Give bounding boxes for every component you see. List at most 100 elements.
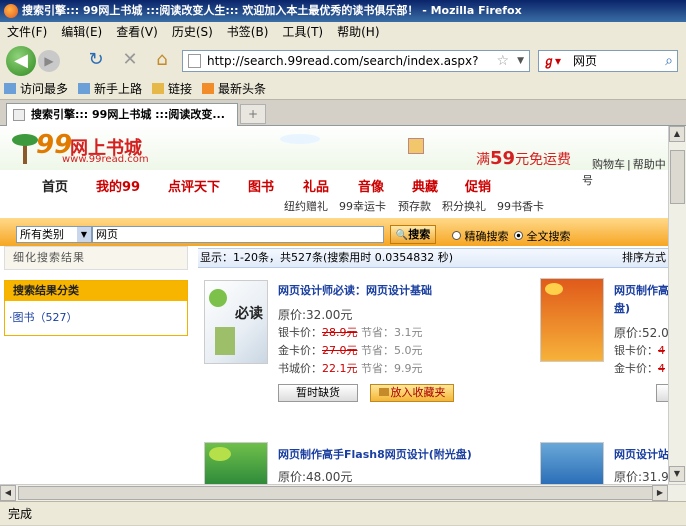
book-title-1[interactable]: 网页设计师必读：网页设计基础	[278, 282, 432, 298]
book-title-3[interactable]: 网页制作高	[614, 282, 668, 298]
book-title-2[interactable]: 网页制作高手Flash8网页设计(附光盘)	[278, 446, 472, 462]
bookmark-most-visited[interactable]: 访问最多	[0, 78, 74, 100]
scroll-right-icon[interactable]: ▶	[652, 485, 668, 501]
bookmark-getting-started[interactable]: 新手上路	[74, 78, 148, 100]
palm-tree-icon	[12, 132, 38, 164]
home-icon[interactable]: ⌂	[150, 46, 174, 74]
header-links: 购物车 | 帮助中	[592, 158, 666, 171]
results-summary-bar: 显示：1-20条，共527条(搜索用时 0.0354832 秒) 排序方式	[198, 248, 668, 268]
sort-label: 排序方式	[622, 251, 666, 264]
fulltext-search-option[interactable]: 全文搜索	[514, 228, 571, 244]
radio-unchecked[interactable]	[452, 231, 461, 240]
book-1-gold: 金卡价：27.0元 节省：5.0元	[278, 344, 423, 357]
book-cover-1[interactable]: 必读	[204, 280, 268, 364]
bookmark-links[interactable]: 链接	[148, 78, 198, 100]
firefox-icon	[4, 4, 18, 18]
status-text: 完成	[8, 507, 33, 521]
add-favorite-button[interactable]: 放入收藏夹	[370, 384, 454, 402]
stop-icon[interactable]: ✕	[118, 46, 142, 74]
bookmark-latest-headlines[interactable]: 最新头条	[198, 78, 272, 100]
nav-home[interactable]: 首页	[42, 176, 68, 195]
book-3-silver: 银卡价：4	[614, 344, 665, 357]
book-cover-2[interactable]	[204, 442, 268, 484]
page-content: 99 网上书城 www.99read.com 满59元免运费 购物车 | 帮助中 号…	[0, 126, 668, 484]
book-2-orig-price: 原价:48.00元	[278, 470, 353, 484]
site-search-button[interactable]: 🔍搜索	[390, 225, 436, 244]
tab-active[interactable]: 搜索引擎::: 99网上书城 :::阅读改变...	[6, 103, 238, 127]
subnav-prepaid[interactable]: 预存款	[398, 198, 431, 214]
menu-bar: 文件(F) 编辑(E) 查看(V) 历史(S) 书签(B) 工具(T) 帮助(H)	[0, 22, 686, 42]
folder-icon	[378, 388, 389, 396]
url-dropdown-icon[interactable]: ▼	[517, 51, 524, 71]
book-3-button-clipped[interactable]	[656, 384, 668, 402]
help-link[interactable]: 帮助中	[633, 158, 666, 171]
free-shipping-banner: 满59元免运费	[476, 148, 572, 169]
back-button[interactable]: ◀	[6, 46, 36, 76]
nav-collection[interactable]: 典藏	[412, 176, 438, 195]
scroll-down-icon[interactable]: ▼	[669, 466, 685, 482]
category-select[interactable]: 所有类别 ▼	[16, 226, 92, 243]
out-of-stock-button[interactable]: 暂时缺货	[278, 384, 358, 402]
subnav-lucky-card[interactable]: 99幸运卡	[339, 198, 386, 214]
site-logo-url: www.99read.com	[62, 154, 149, 165]
subnav-points[interactable]: 积分换礼	[442, 198, 486, 214]
navigation-toolbar: ◀ ▶ ↻ ✕ ⌂ http://search.99read.com/searc…	[0, 42, 686, 78]
refine-results-title: 细化搜索结果	[4, 246, 188, 270]
tab-page-icon	[13, 109, 25, 121]
menu-file[interactable]: 文件(F)	[0, 22, 54, 42]
vertical-scrollbar[interactable]: ▲ ▼	[668, 126, 686, 484]
scroll-up-icon[interactable]: ▲	[669, 126, 685, 142]
site-search-input[interactable]: 网页	[92, 226, 384, 243]
horizontal-scroll-thumb[interactable]	[18, 486, 654, 500]
menu-history[interactable]: 历史(S)	[165, 22, 220, 42]
nav-reviews[interactable]: 点评天下	[168, 176, 220, 195]
rss-icon	[202, 83, 215, 94]
nav-gifts[interactable]: 礼品	[303, 176, 329, 195]
cloud-decoration	[280, 134, 320, 144]
menu-help[interactable]: 帮助(H)	[330, 22, 386, 42]
book-4-orig-price: 原价:31.9	[614, 470, 668, 484]
book-1-city: 书城价：22.1元 节省：9.9元	[278, 362, 423, 375]
vertical-scroll-thumb[interactable]	[670, 150, 685, 204]
subnav-gift[interactable]: 纽约赠礼	[284, 198, 328, 214]
nav-promotions[interactable]: 促销	[465, 176, 491, 195]
status-bar: 完成	[0, 501, 686, 525]
subnav-book-card[interactable]: 99书香卡	[497, 198, 544, 214]
bookmark-icon	[78, 83, 91, 94]
folder-icon	[152, 83, 165, 94]
header-tail: 号	[582, 174, 593, 187]
bookmark-icon	[4, 83, 16, 94]
magnifier-icon[interactable]: ⌕	[665, 51, 673, 71]
search-icon: 🔍	[395, 230, 409, 241]
radio-checked[interactable]	[514, 231, 523, 240]
nav-books[interactable]: 图书	[248, 176, 274, 195]
nav-av[interactable]: 音像	[358, 176, 384, 195]
window-title: 搜索引擎::: 99网上书城 :::阅读改变人生::: 欢迎加入本土最优秀的读书…	[22, 4, 522, 17]
book-1-orig-price: 原价:32.00元	[278, 308, 353, 322]
page-icon	[188, 54, 201, 68]
bookmark-star-icon[interactable]: ☆	[496, 51, 509, 71]
menu-bookmarks[interactable]: 书签(B)	[220, 22, 276, 42]
new-tab-button[interactable]: +	[240, 104, 266, 124]
category-box-title: 搜索结果分类	[5, 281, 187, 301]
menu-tools[interactable]: 工具(T)	[275, 22, 330, 42]
search-bar[interactable]: ℊ▾ 网页 ⌕	[538, 50, 678, 72]
search-engine-icon[interactable]: ℊ▾	[543, 51, 561, 71]
book-3-orig-price: 原价:52.0	[614, 326, 668, 340]
forward-button[interactable]: ▶	[38, 50, 60, 72]
menu-edit[interactable]: 编辑(E)	[54, 22, 109, 42]
menu-view[interactable]: 查看(V)	[109, 22, 165, 42]
book-cover-3[interactable]	[540, 278, 604, 362]
horizontal-scrollbar[interactable]: ◀ ▶	[0, 484, 686, 501]
url-bar[interactable]: http://search.99read.com/search/index.as…	[182, 50, 530, 72]
reload-icon[interactable]: ↻	[84, 46, 108, 74]
book-title-4[interactable]: 网页设计站	[614, 446, 668, 462]
category-books-link[interactable]: ·图书（527）	[5, 301, 187, 325]
category-box: 搜索结果分类 ·图书（527）	[4, 280, 188, 336]
book-cover-4[interactable]	[540, 442, 604, 484]
exact-search-option[interactable]: 精确搜索	[452, 228, 509, 244]
book-title-3-line2[interactable]: 盘)	[614, 300, 630, 316]
nav-my99[interactable]: 我的99	[96, 176, 140, 195]
scroll-left-icon[interactable]: ◀	[0, 485, 16, 501]
cart-link[interactable]: 购物车	[592, 158, 625, 171]
